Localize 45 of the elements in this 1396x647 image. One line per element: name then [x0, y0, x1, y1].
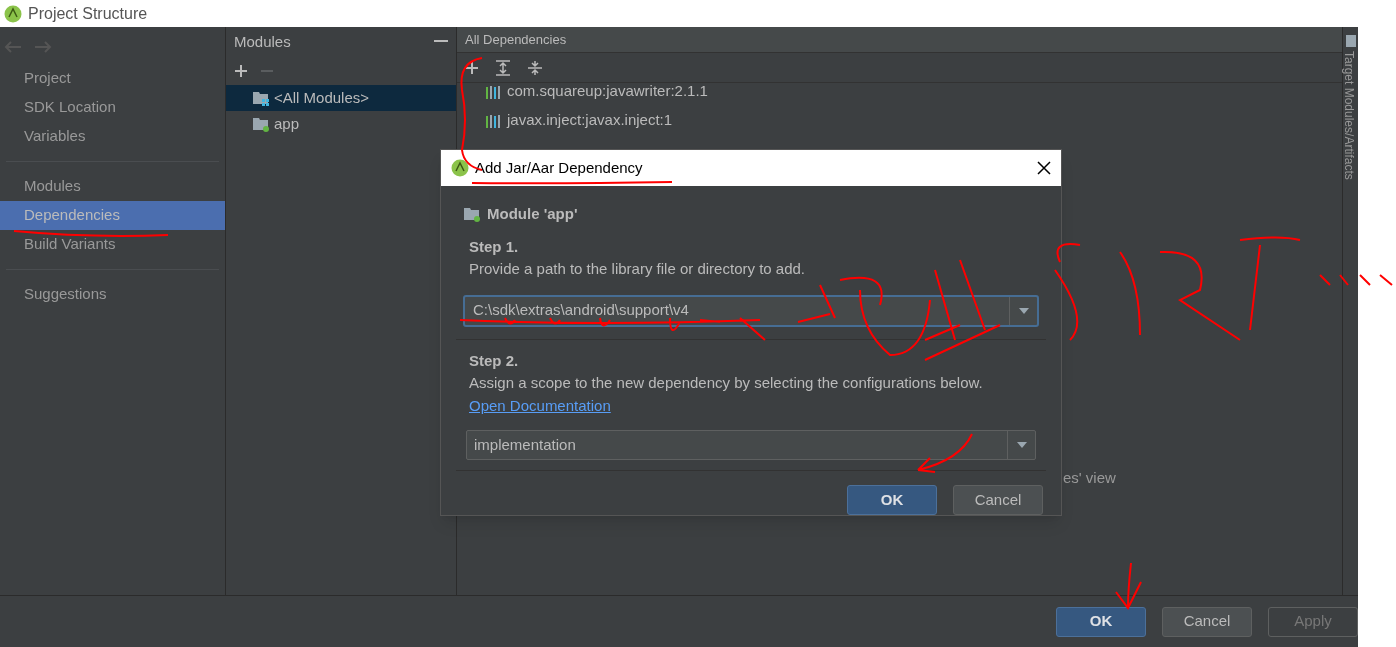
expand-all-icon[interactable]	[495, 59, 511, 76]
dialog-button[interactable]: Cancel	[1162, 606, 1252, 637]
module-group-folder-icon	[252, 90, 270, 106]
module-label: Module 'app'	[487, 204, 578, 224]
collapse-all-icon[interactable]	[527, 59, 543, 76]
close-icon[interactable]	[1037, 161, 1051, 175]
module-item[interactable]: <All Modules>	[226, 85, 456, 111]
sidebar-item[interactable]: SDK Location	[0, 93, 225, 122]
sidebar-item[interactable]: Project	[0, 64, 225, 93]
module-folder-icon	[252, 116, 270, 132]
library-icon	[485, 113, 501, 128]
dependency-item[interactable]: javax.inject:javax.inject:1	[507, 109, 673, 132]
caret-icon	[1018, 307, 1029, 314]
sidebar-item[interactable]: Variables	[0, 122, 225, 151]
android-logo-icon	[451, 159, 469, 177]
dialog-button[interactable]: OK	[1056, 606, 1146, 637]
module-folder-icon	[463, 206, 481, 223]
step-title: Step 2.	[469, 350, 520, 371]
step-title: Step 1.	[469, 236, 520, 257]
add-icon[interactable]	[465, 60, 479, 75]
android-logo-icon	[4, 4, 22, 23]
window-title: Project Structure	[28, 3, 148, 24]
library-icon	[485, 84, 501, 99]
panel-title: Modules	[234, 31, 291, 52]
collapse-icon[interactable]	[434, 40, 448, 44]
sidebar-item[interactable]: Suggestions	[0, 280, 225, 309]
dialog-button[interactable]: Apply	[1268, 606, 1358, 637]
hint-text: es' view	[1063, 467, 1117, 488]
side-tab[interactable]: Target Modules/Artifacts	[1343, 35, 1358, 221]
dialog-button[interactable]: OK	[847, 485, 937, 515]
scope-dropdown[interactable]: implementation	[466, 430, 1036, 460]
sidebar-item[interactable]: Modules	[0, 172, 225, 201]
dialog-title: Add Jar/Aar Dependency	[475, 157, 643, 178]
sidebar-item[interactable]: Build Variants	[0, 230, 225, 259]
module-item[interactable]: app	[226, 111, 456, 137]
step-description: Assign a scope to the new dependency by selecting the configurations below.	[469, 373, 984, 393]
caret-icon	[1016, 442, 1027, 448]
sidebar-item[interactable]: Dependencies	[0, 201, 225, 230]
documentation-link[interactable]: Open Documentation	[469, 394, 611, 417]
step-description: Provide a path to the library file or directory to add.	[469, 259, 806, 279]
dialog-button[interactable]: Cancel	[953, 485, 1043, 515]
dependency-item[interactable]: com.squareup:javawriter:2.1.1	[507, 80, 708, 103]
panel-title: All Dependencies	[465, 30, 567, 49]
add-icon[interactable]	[234, 64, 248, 78]
path-field[interactable]: C:\sdk\extras\android\support\v4	[463, 294, 1039, 327]
